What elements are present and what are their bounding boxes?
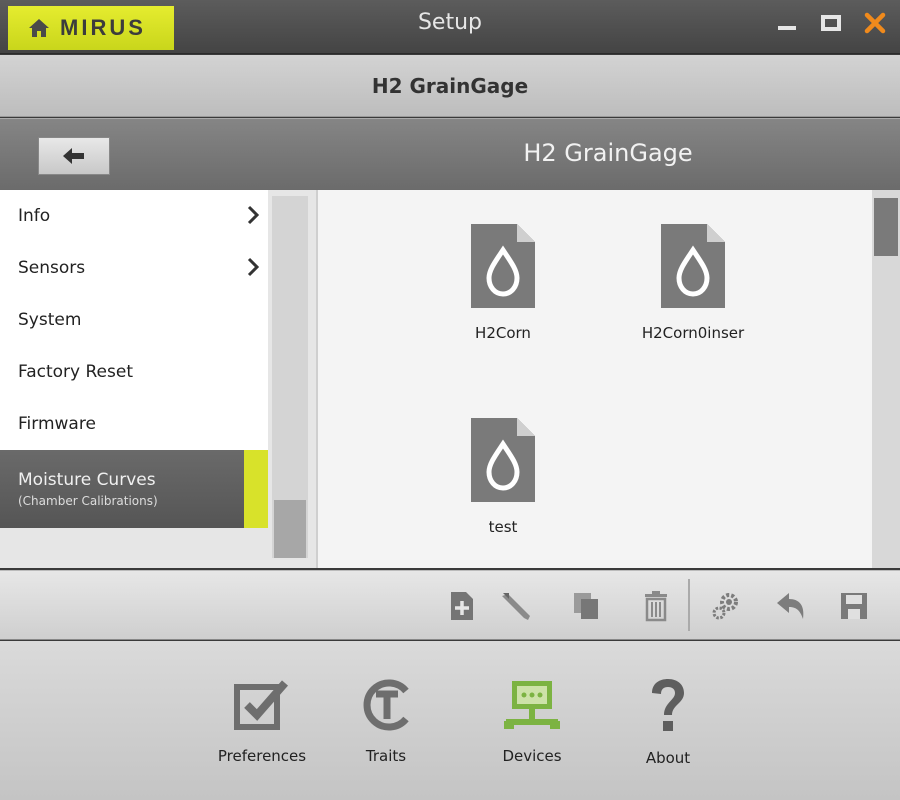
menu-item-label: Moisture Curves (18, 470, 156, 490)
nav-header: H2 GrainGage (0, 118, 900, 190)
nav-label: About (645, 749, 691, 767)
file-grid: H2Corn H2Corn0inser test (316, 190, 900, 568)
settings-menu: Info Sensors System Factory Reset Firmwa… (0, 190, 316, 568)
moisture-file-icon (661, 224, 725, 308)
nav-label: Preferences (217, 747, 307, 765)
delete-trash-icon (645, 591, 667, 622)
undo-button[interactable] (775, 589, 807, 623)
window-controls (774, 10, 888, 36)
action-toolbar (0, 570, 900, 640)
active-indicator (244, 450, 268, 528)
chevron-right-icon (247, 257, 260, 277)
file-label: H2Corn0inser (641, 324, 745, 342)
device-header: H2 GrainGage (0, 55, 900, 117)
title-bar: MIRUS Setup (0, 0, 900, 54)
device-title: H2 GrainGage (371, 73, 529, 98)
menu-item-label: Factory Reset (18, 362, 133, 382)
save-disk-icon (841, 593, 867, 619)
moisture-file-icon (471, 224, 535, 308)
maximize-icon (821, 15, 841, 31)
edit-pencil-icon (502, 593, 530, 620)
back-button[interactable] (38, 137, 110, 175)
nav-preferences[interactable]: Preferences (202, 677, 322, 765)
undo-icon (777, 593, 804, 619)
menu-item-label: Sensors (18, 258, 86, 278)
window-title: Setup (417, 10, 483, 35)
nav-title: H2 GrainGage (523, 139, 693, 167)
file-label: H2Corn (475, 324, 531, 342)
menu-item-sensors[interactable]: Sensors (0, 242, 268, 294)
back-arrow-icon (63, 148, 84, 164)
file-item-h2corn[interactable]: H2Corn (438, 220, 568, 342)
file-item-test[interactable]: test (438, 414, 568, 536)
nav-devices[interactable]: Devices (472, 677, 592, 765)
menu-item-info[interactable]: Info (0, 190, 268, 242)
checkbox-icon (234, 680, 289, 730)
copy-button[interactable] (570, 589, 602, 623)
copy-icon (574, 593, 598, 619)
chevron-right-icon (247, 205, 260, 225)
new-file-icon (451, 592, 473, 620)
question-icon (652, 679, 684, 731)
devices-icon (504, 681, 560, 729)
file-grid-scrollbar-thumb[interactable] (874, 198, 898, 256)
nav-traits[interactable]: Traits (326, 677, 446, 765)
save-button[interactable] (838, 589, 870, 623)
menu-item-label: System (18, 310, 82, 330)
minimize-button[interactable] (774, 10, 800, 36)
new-file-button[interactable] (446, 589, 478, 623)
menu-item-sublabel: (Chamber Calibrations) (18, 494, 158, 508)
nav-label: Traits (365, 747, 407, 765)
maximize-button[interactable] (818, 10, 844, 36)
minimize-icon (778, 26, 796, 30)
close-icon (864, 12, 886, 34)
close-button[interactable] (862, 10, 888, 36)
moisture-file-icon (471, 418, 535, 502)
file-label: test (488, 518, 518, 536)
settings-gears-icon (712, 593, 738, 620)
traits-icon (363, 679, 409, 731)
nav-label: Devices (502, 747, 562, 765)
nav-about[interactable]: About (608, 677, 728, 767)
menu-scrollbar-thumb[interactable] (274, 500, 306, 558)
menu-item-firmware[interactable]: Firmware (0, 398, 268, 450)
settings-button[interactable] (710, 589, 742, 623)
edit-button[interactable] (500, 589, 532, 623)
delete-button[interactable] (640, 589, 672, 623)
toolbar-separator (688, 579, 690, 631)
menu-item-factory-reset[interactable]: Factory Reset (0, 346, 268, 398)
bottom-nav: Preferences Traits Devices About (0, 641, 900, 800)
menu-item-label: Firmware (18, 414, 96, 434)
menu-item-system[interactable]: System (0, 294, 268, 346)
menu-item-label: Info (18, 206, 51, 226)
menu-item-moisture-curves[interactable]: Moisture Curves (Chamber Calibrations) (0, 450, 268, 528)
file-item-h2corn0inser[interactable]: H2Corn0inser (628, 220, 758, 342)
menu-list: Info Sensors System Factory Reset Firmwa… (0, 190, 268, 528)
